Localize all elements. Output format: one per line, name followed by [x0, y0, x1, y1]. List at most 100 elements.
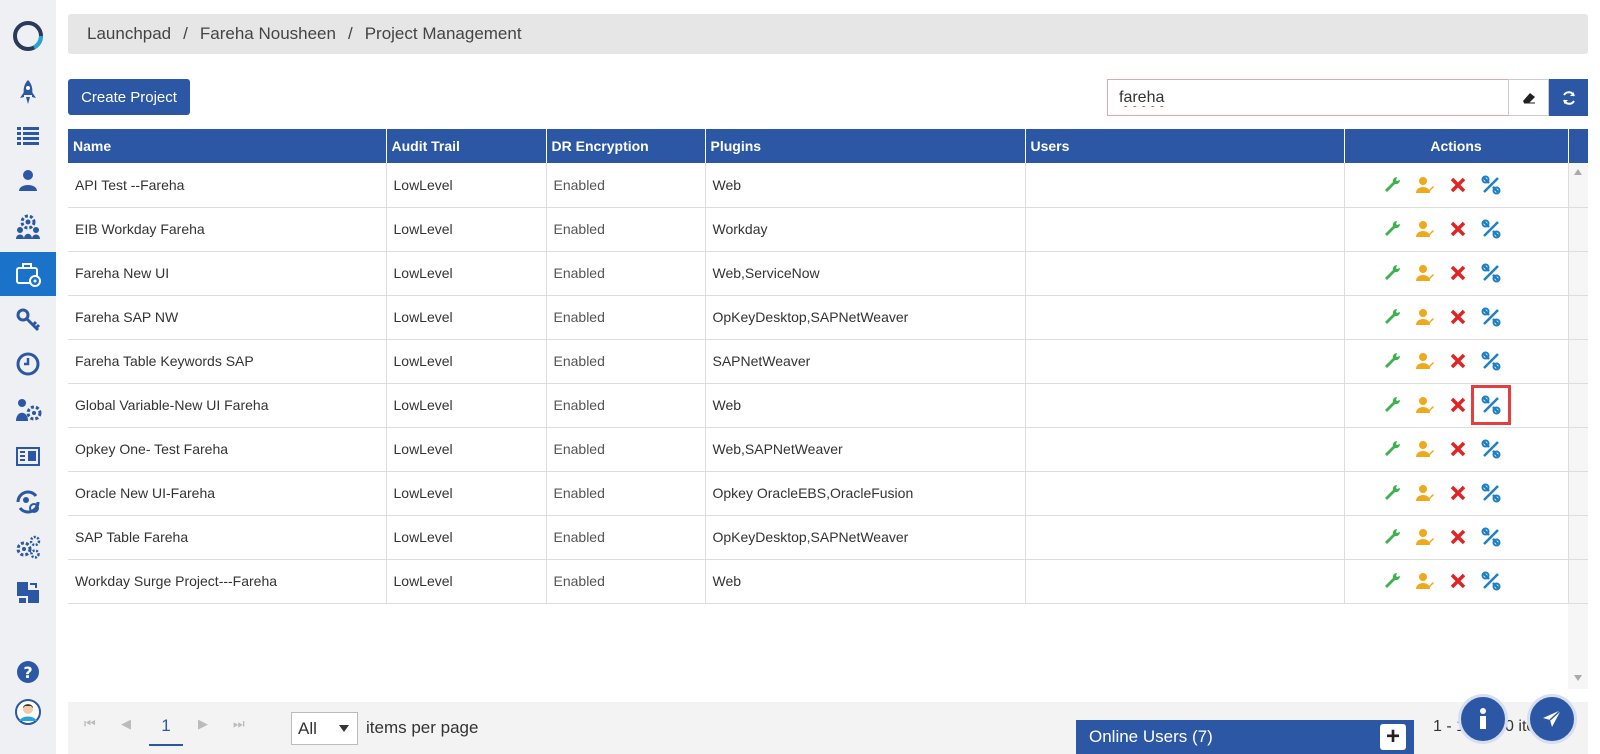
- project-tools-button[interactable]: [1481, 307, 1501, 327]
- cell-actions: [1344, 515, 1569, 560]
- edit-project-button[interactable]: [1382, 439, 1402, 459]
- delete-project-button[interactable]: [1448, 439, 1468, 459]
- table-row[interactable]: Fareha Table Keywords SAP LowLevel Enabled…: [68, 339, 1588, 384]
- scroll-down-icon[interactable]: [1574, 675, 1582, 681]
- edit-project-button[interactable]: [1382, 571, 1402, 591]
- edit-project-button[interactable]: [1382, 351, 1402, 371]
- assign-users-button[interactable]: [1415, 395, 1435, 415]
- svg-text:?: ?: [23, 663, 32, 682]
- refresh-button[interactable]: [1549, 79, 1588, 116]
- sidebar-item-launchpad[interactable]: [0, 70, 56, 114]
- assign-users-button[interactable]: [1415, 527, 1435, 547]
- delete-project-button[interactable]: [1448, 351, 1468, 371]
- project-tools-button[interactable]: [1481, 219, 1501, 239]
- edit-project-button[interactable]: [1382, 263, 1402, 283]
- assign-users-button[interactable]: [1415, 263, 1435, 283]
- cell-plugins: Opkey OracleEBS,OracleFusion: [705, 471, 1026, 516]
- items-per-page-select[interactable]: All: [291, 712, 358, 745]
- project-tools-button[interactable]: [1481, 571, 1501, 591]
- sidebar-item-reports[interactable]: [0, 434, 56, 478]
- project-tools-button[interactable]: [1470, 385, 1511, 425]
- sidebar-item-users[interactable]: [0, 158, 56, 202]
- delete-project-button[interactable]: [1448, 307, 1468, 327]
- delete-project-button[interactable]: [1448, 483, 1468, 503]
- first-page-button[interactable]: ⏮: [84, 716, 96, 732]
- sidebar-item-list[interactable]: [0, 114, 56, 158]
- tools-icon: [1481, 571, 1500, 591]
- table-row[interactable]: API Test --Fareha LowLevel Enabled Web: [68, 163, 1588, 208]
- project-tools-button[interactable]: [1481, 527, 1501, 547]
- launch-button[interactable]: [1527, 694, 1577, 744]
- assign-users-button[interactable]: [1415, 439, 1435, 459]
- column-header-audit-trail[interactable]: Audit Trail: [386, 129, 547, 163]
- table-row[interactable]: Workday Surge Project---Fareha LowLevel En…: [68, 559, 1588, 604]
- prev-page-button[interactable]: ◀: [121, 716, 131, 732]
- delete-project-button[interactable]: [1448, 571, 1468, 591]
- user-edit-icon: [1415, 353, 1434, 369]
- cell-actions: [1344, 383, 1569, 428]
- cell-spacer: [1568, 207, 1588, 252]
- column-header-plugins[interactable]: Plugins: [705, 129, 1026, 163]
- edit-project-button[interactable]: [1382, 483, 1402, 503]
- cell-audit-trail: LowLevel: [386, 515, 547, 560]
- table-row[interactable]: Fareha New UI LowLevel Enabled Web,ServiceN…: [68, 251, 1588, 296]
- edit-project-button[interactable]: [1382, 219, 1402, 239]
- delete-icon: [1450, 529, 1465, 545]
- sidebar-item-user-settings[interactable]: [0, 388, 56, 432]
- sidebar-item-profile[interactable]: [0, 690, 56, 734]
- edit-project-button[interactable]: [1382, 395, 1402, 415]
- edit-project-button[interactable]: [1382, 175, 1402, 195]
- table-row[interactable]: EIB Workday Fareha LowLevel Enabled Workday: [68, 207, 1588, 252]
- expand-online-users-button[interactable]: +: [1380, 724, 1406, 750]
- delete-project-button[interactable]: [1448, 527, 1468, 547]
- sidebar-item-teams[interactable]: [0, 204, 56, 248]
- project-tools-button[interactable]: [1481, 175, 1501, 195]
- next-page-button[interactable]: ▶: [198, 716, 208, 732]
- row-actions: [1352, 175, 1568, 195]
- table-row[interactable]: Global Variable-New UI Fareha LowLevel Ena…: [68, 383, 1588, 428]
- column-header-users[interactable]: Users: [1025, 129, 1345, 163]
- delete-project-button[interactable]: [1448, 175, 1468, 195]
- sidebar-item-settings[interactable]: [0, 525, 56, 569]
- assign-users-button[interactable]: [1415, 351, 1435, 371]
- create-project-button[interactable]: Create Project: [68, 79, 190, 115]
- last-page-button[interactable]: ⏭: [233, 716, 245, 732]
- project-tools-button[interactable]: [1481, 351, 1501, 371]
- table-row[interactable]: Oracle New UI-Fareha LowLevel Enabled Opkey…: [68, 471, 1588, 516]
- column-header-name[interactable]: Name: [68, 129, 387, 163]
- project-tools-button[interactable]: [1481, 439, 1501, 459]
- sidebar-item-sync-users[interactable]: [0, 480, 56, 524]
- sidebar-item-history[interactable]: [0, 342, 56, 386]
- delete-project-button[interactable]: [1448, 263, 1468, 283]
- sidebar-item-help[interactable]: ?: [0, 650, 56, 694]
- table-row[interactable]: Fareha SAP NW LowLevel Enabled OpKeyDesktop…: [68, 295, 1588, 340]
- delete-project-button[interactable]: [1448, 219, 1468, 239]
- assign-users-button[interactable]: [1415, 571, 1435, 591]
- sidebar-item-keys[interactable]: [0, 298, 56, 342]
- search-bar: [1107, 79, 1588, 116]
- sidebar-item-export[interactable]: [0, 570, 56, 614]
- table-row[interactable]: Opkey One- Test Fareha LowLevel Enabled Web…: [68, 427, 1588, 472]
- info-button[interactable]: [1458, 694, 1508, 744]
- breadcrumb-launchpad[interactable]: Launchpad: [87, 24, 171, 44]
- project-tools-button[interactable]: [1481, 483, 1501, 503]
- delete-icon: [1450, 221, 1465, 237]
- delete-project-button[interactable]: [1448, 395, 1468, 415]
- current-page-button[interactable]: 1: [149, 708, 183, 746]
- app-logo-icon[interactable]: [10, 16, 46, 52]
- project-tools-button[interactable]: [1481, 263, 1501, 283]
- clear-search-button[interactable]: [1508, 79, 1549, 116]
- assign-users-button[interactable]: [1415, 483, 1435, 503]
- table-row[interactable]: SAP Table Fareha LowLevel Enabled OpKeyDesk…: [68, 515, 1588, 560]
- search-input[interactable]: [1107, 79, 1508, 116]
- breadcrumb-user[interactable]: Fareha Nousheen: [200, 24, 336, 44]
- assign-users-button[interactable]: [1415, 307, 1435, 327]
- edit-project-button[interactable]: [1382, 527, 1402, 547]
- online-users-panel[interactable]: Online Users (7) +: [1076, 720, 1414, 754]
- assign-users-button[interactable]: [1415, 175, 1435, 195]
- edit-project-button[interactable]: [1382, 307, 1402, 327]
- assign-users-button[interactable]: [1415, 219, 1435, 239]
- cell-spacer: [1568, 339, 1588, 384]
- column-header-dr-encryption[interactable]: DR Encryption: [546, 129, 706, 163]
- sidebar-item-project-management[interactable]: [0, 252, 56, 296]
